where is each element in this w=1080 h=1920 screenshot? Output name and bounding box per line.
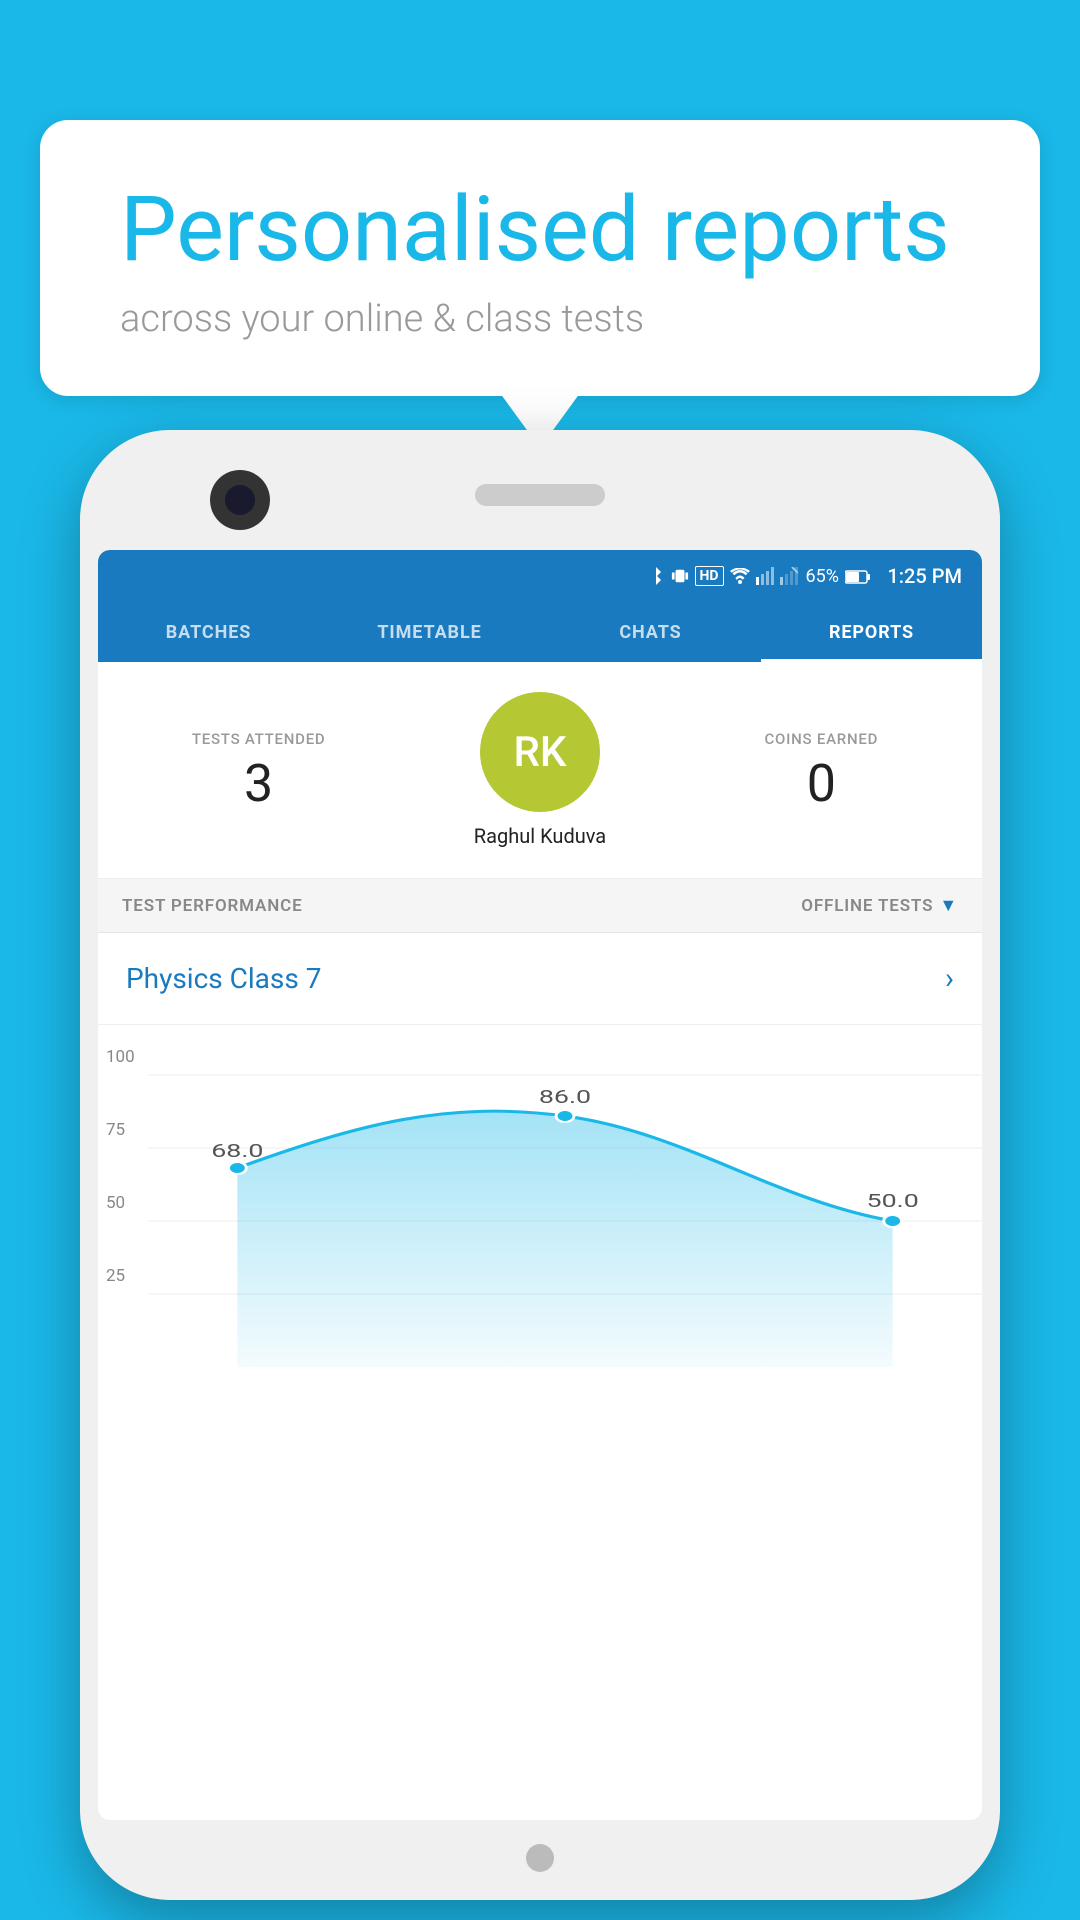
- line-chart: 68.0 86.0 50.0: [148, 1045, 982, 1385]
- status-icons: HD: [647, 566, 798, 586]
- coins-earned-value: 0: [681, 758, 962, 810]
- phone-home-button[interactable]: [526, 1844, 554, 1872]
- bubble-title: Personalised reports: [120, 180, 960, 279]
- y-label-50: 50: [106, 1193, 125, 1213]
- data-label-1: 68.0: [211, 1140, 263, 1161]
- data-label-3: 50.0: [867, 1190, 919, 1211]
- phone-speaker: [475, 484, 605, 506]
- avatar-block: RK Raghul Kuduva: [399, 692, 680, 848]
- bubble-subtitle: across your online & class tests: [120, 297, 960, 341]
- profile-section: TESTS ATTENDED 3 RK Raghul Kuduva COINS …: [98, 662, 982, 879]
- data-point-3: [884, 1215, 902, 1227]
- phone-device: HD 65% 1:25 PM BATCHES: [80, 430, 1000, 1900]
- battery-status: 65%: [806, 566, 872, 587]
- user-name: Raghul Kuduva: [474, 824, 606, 848]
- chart-area: 100 75 50 25: [98, 1025, 982, 1389]
- y-label-25: 25: [106, 1266, 125, 1286]
- y-label-100: 100: [106, 1047, 135, 1067]
- chart-fill: [237, 1111, 892, 1367]
- coins-earned-block: COINS EARNED 0: [681, 730, 962, 810]
- nav-tabs: BATCHES TIMETABLE CHATS REPORTS: [98, 602, 982, 662]
- offline-tests-dropdown[interactable]: OFFLINE TESTS ▼: [801, 895, 958, 916]
- tab-timetable[interactable]: TIMETABLE: [319, 602, 540, 662]
- data-point-2: [556, 1110, 574, 1122]
- data-label-2: 86.0: [539, 1086, 591, 1107]
- tests-attended-block: TESTS ATTENDED 3: [118, 730, 399, 810]
- data-point-1: [228, 1162, 246, 1174]
- tab-reports[interactable]: REPORTS: [761, 602, 982, 662]
- avatar: RK: [480, 692, 600, 812]
- tests-attended-label: TESTS ATTENDED: [118, 730, 399, 748]
- class-chevron-icon: ›: [945, 961, 954, 996]
- y-label-75: 75: [106, 1120, 125, 1140]
- class-name: Physics Class 7: [126, 962, 322, 995]
- status-time: 1:25 PM: [887, 564, 962, 588]
- tab-chats[interactable]: CHATS: [540, 602, 761, 662]
- speech-bubble: Personalised reports across your online …: [40, 120, 1040, 396]
- chevron-down-icon: ▼: [939, 895, 958, 916]
- class-row[interactable]: Physics Class 7 ›: [98, 933, 982, 1025]
- status-bar: HD 65% 1:25 PM: [98, 550, 982, 602]
- phone-camera: [210, 470, 270, 530]
- performance-label: TEST PERFORMANCE: [122, 896, 303, 916]
- tests-attended-value: 3: [118, 758, 399, 810]
- coins-earned-label: COINS EARNED: [681, 730, 962, 748]
- tab-batches[interactable]: BATCHES: [98, 602, 319, 662]
- performance-header: TEST PERFORMANCE OFFLINE TESTS ▼: [98, 879, 982, 933]
- phone-screen: HD 65% 1:25 PM BATCHES: [98, 550, 982, 1820]
